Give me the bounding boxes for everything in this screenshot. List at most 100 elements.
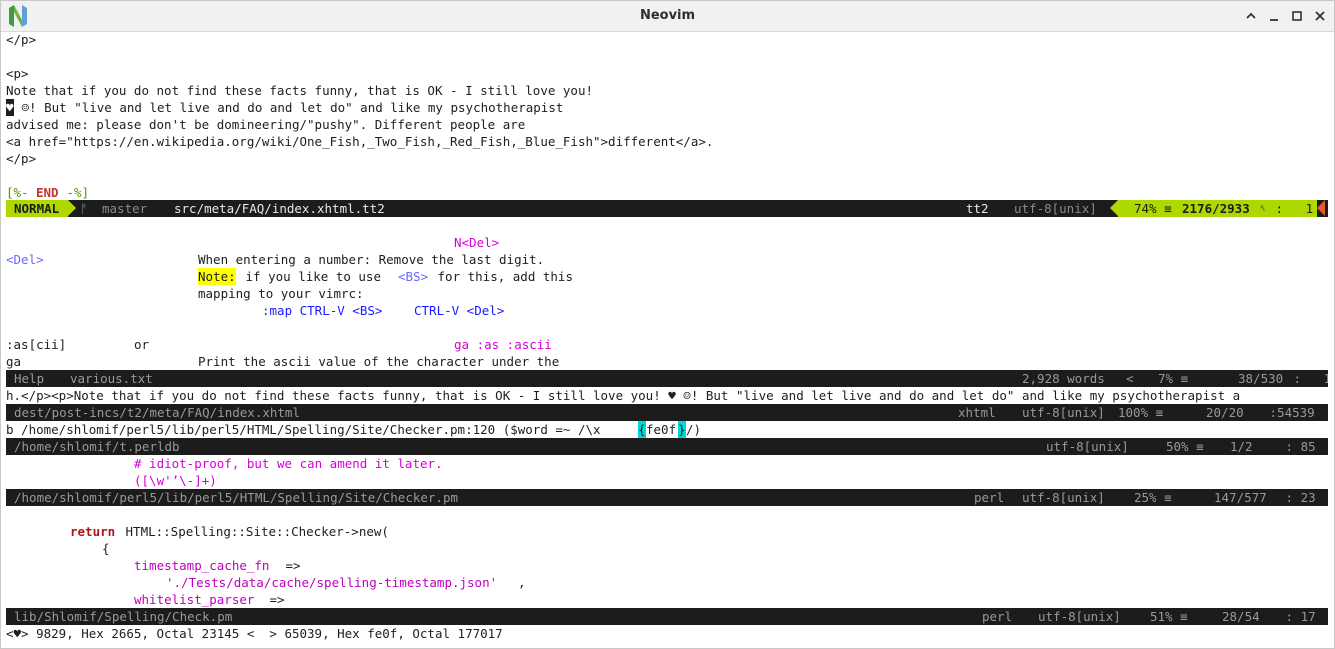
matching-brace: } (678, 421, 686, 438)
scroll-percent: 51% ≡ (1150, 609, 1188, 624)
code-text: { (102, 541, 110, 556)
buffer-line[interactable]: N<Del> (6, 234, 1328, 251)
buffer-line[interactable]: ♥ ☺! But "live and let live and do and l… (6, 99, 1328, 116)
code-string: './Tests/data/cache/spelling-timestamp.j… (166, 575, 498, 590)
filetype: perl (974, 490, 1005, 505)
cursor-position: 20/20 (1206, 405, 1244, 420)
matching-brace: { (638, 421, 646, 438)
powerline-separator (1110, 200, 1118, 216)
help-command: ga (6, 354, 22, 369)
statusline-inactive: lib/Shlomif/Spelling/Check.pm perl utf-8… (6, 608, 1328, 625)
filetype: perl (982, 609, 1013, 624)
buffer-line[interactable] (6, 167, 1328, 184)
help-note-label: Note: (198, 268, 236, 285)
line-text: ☺! But "live and let live and do and let… (14, 100, 564, 115)
window-title: Neovim (639, 8, 696, 23)
buffer-line[interactable]: mapping to your vimrc: (6, 285, 1328, 302)
cursor-position: 38/530 (1238, 371, 1284, 386)
minimize-icon[interactable] (1264, 6, 1284, 26)
buffer-line[interactable]: [%- END -%] (6, 184, 1328, 201)
help-indicator: Help (14, 371, 45, 386)
encoding: utf-8[unix] (1022, 405, 1105, 420)
buffer-line[interactable]: { (6, 540, 1328, 557)
buffer-line[interactable]: h.</p><p>Note that if you do not find th… (6, 387, 1328, 404)
code-hash-key: whitelist_parser (134, 592, 255, 607)
file-path[interactable]: /home/shlomif/t.perldb (14, 438, 180, 455)
file-path[interactable]: lib/Shlomif/Spelling/Check.pm (14, 608, 232, 625)
buffer-line[interactable]: <Del> When entering a number: Remove the… (6, 251, 1328, 268)
command-line[interactable]: <♥> 9829, Hex 2665, Octal 23145 < > 6503… (6, 625, 1328, 642)
file-path[interactable]: dest/post-incs/t2/meta/FAQ/index.xhtml (14, 404, 300, 421)
buffer-line[interactable]: Note: if you like to use <BS> for this, … (6, 268, 1328, 285)
mode-indicator: NORMAL (6, 200, 68, 217)
help-text: for this, add this (430, 269, 573, 284)
warning-indicator (1317, 200, 1325, 216)
help-text: Print the ascii value of the character u… (198, 354, 560, 369)
help-key[interactable]: <Del> (6, 251, 44, 268)
encoding: utf-8[unix] (1038, 609, 1121, 624)
scroll-percent: 100% ≡ (1118, 405, 1164, 420)
buffer-line[interactable]: timestamp_cache_fn => (6, 557, 1328, 574)
scroll-percent: 50% ≡ (1166, 439, 1204, 454)
buffer-line[interactable]: </p> (6, 31, 1328, 48)
tt2-end-keyword: END (36, 185, 59, 200)
buffer-line[interactable]: advised me: please don't be domineering/… (6, 116, 1328, 133)
help-text: When entering a number: Remove the last … (198, 252, 545, 267)
buffer-line[interactable]: <p> (6, 65, 1328, 82)
code-text: => (278, 558, 301, 573)
code-hash-key: timestamp_cache_fn (134, 558, 270, 573)
tt2-open-tag: [%- (6, 185, 37, 200)
cursor-column: :54539 (1262, 405, 1315, 420)
help-text: or (134, 337, 150, 352)
buffer-line[interactable]: :map CTRL-V <BS> CTRL-V <Del> (6, 302, 1328, 319)
help-text: if you like to use (238, 269, 389, 284)
code-keyword: return (70, 524, 116, 539)
cursor-column: : 23 (1278, 490, 1316, 505)
cursor-position: 1/2 (1230, 439, 1253, 454)
line-number-icon: ␤ (1260, 204, 1267, 213)
encoding: utf-8[unix] (1022, 490, 1105, 505)
scroll-percent: 7% ≡ (1158, 371, 1189, 386)
cursor-position: 28/54 (1222, 609, 1260, 624)
cursor-column: : 1 (1286, 371, 1328, 386)
file-path[interactable]: src/meta/FAQ/index.xhtml.tt2 (174, 200, 385, 217)
neovim-window: Neovim </p> <p> Note that if you do not … (0, 0, 1335, 649)
powerline-separator (68, 200, 76, 216)
help-tag[interactable]: N<Del> (454, 234, 499, 251)
help-key[interactable]: <BS> (398, 268, 428, 285)
cursor-column: : 17 (1278, 609, 1316, 624)
help-tag[interactable]: ga :as :ascii (454, 336, 552, 353)
buffer-line[interactable]: <a href="https://en.wikipedia.org/wiki/O… (6, 133, 1328, 150)
file-path[interactable]: /home/shlomif/perl5/lib/perl5/HTML/Spell… (14, 489, 458, 506)
cursor-column: : 85 (1278, 439, 1316, 454)
buffer-line[interactable] (6, 48, 1328, 65)
buffer-line[interactable]: b /home/shlomif/perl5/lib/perl5/HTML/Spe… (6, 421, 1328, 438)
buffer-line[interactable]: whitelist_parser => (6, 591, 1328, 608)
scroll-percent: 74% ≡ (1134, 201, 1172, 216)
line-text: fe0f (646, 422, 677, 437)
help-example: CTRL-V <Del> (414, 303, 505, 318)
statusline-inactive: /home/shlomif/t.perldb utf-8[unix] 50% ≡… (6, 438, 1328, 455)
code-text: HTML::Spelling::Site::Checker->new( (118, 524, 389, 539)
code-regex: ([\w'’\-]+) (134, 473, 217, 488)
text-cursor: ♥ (6, 99, 14, 116)
chevron-up-icon[interactable] (1241, 6, 1261, 26)
encoding: utf-8[unix] (1014, 201, 1097, 216)
help-command: :as[cii] (6, 337, 67, 352)
code-text: => (262, 592, 285, 607)
buffer-line[interactable]: # idiot-proof, but we can amend it later… (6, 455, 1328, 472)
close-icon[interactable] (1310, 6, 1330, 26)
buffer-line[interactable]: ga Print the ascii value of the characte… (6, 353, 1328, 370)
cursor-position: 2176/2933 (1182, 201, 1250, 216)
file-path[interactable]: various.txt (70, 370, 153, 387)
maximize-icon[interactable] (1287, 6, 1307, 26)
statusline-inactive: dest/post-incs/t2/meta/FAQ/index.xhtml x… (6, 404, 1328, 421)
buffer-line[interactable]: return HTML::Spelling::Site::Checker->ne… (6, 523, 1328, 540)
buffer-line[interactable]: Note that if you do not find these facts… (6, 82, 1328, 99)
git-branch[interactable]: master (102, 200, 147, 217)
help-text: mapping to your vimrc: (198, 286, 364, 301)
buffer-line[interactable]: './Tests/data/cache/spelling-timestamp.j… (6, 574, 1328, 591)
buffer-line[interactable]: :as[cii] or ga :as :ascii (6, 336, 1328, 353)
buffer-line[interactable]: </p> (6, 150, 1328, 167)
buffer-line[interactable]: ([\w'’\-]+) (6, 472, 1328, 489)
